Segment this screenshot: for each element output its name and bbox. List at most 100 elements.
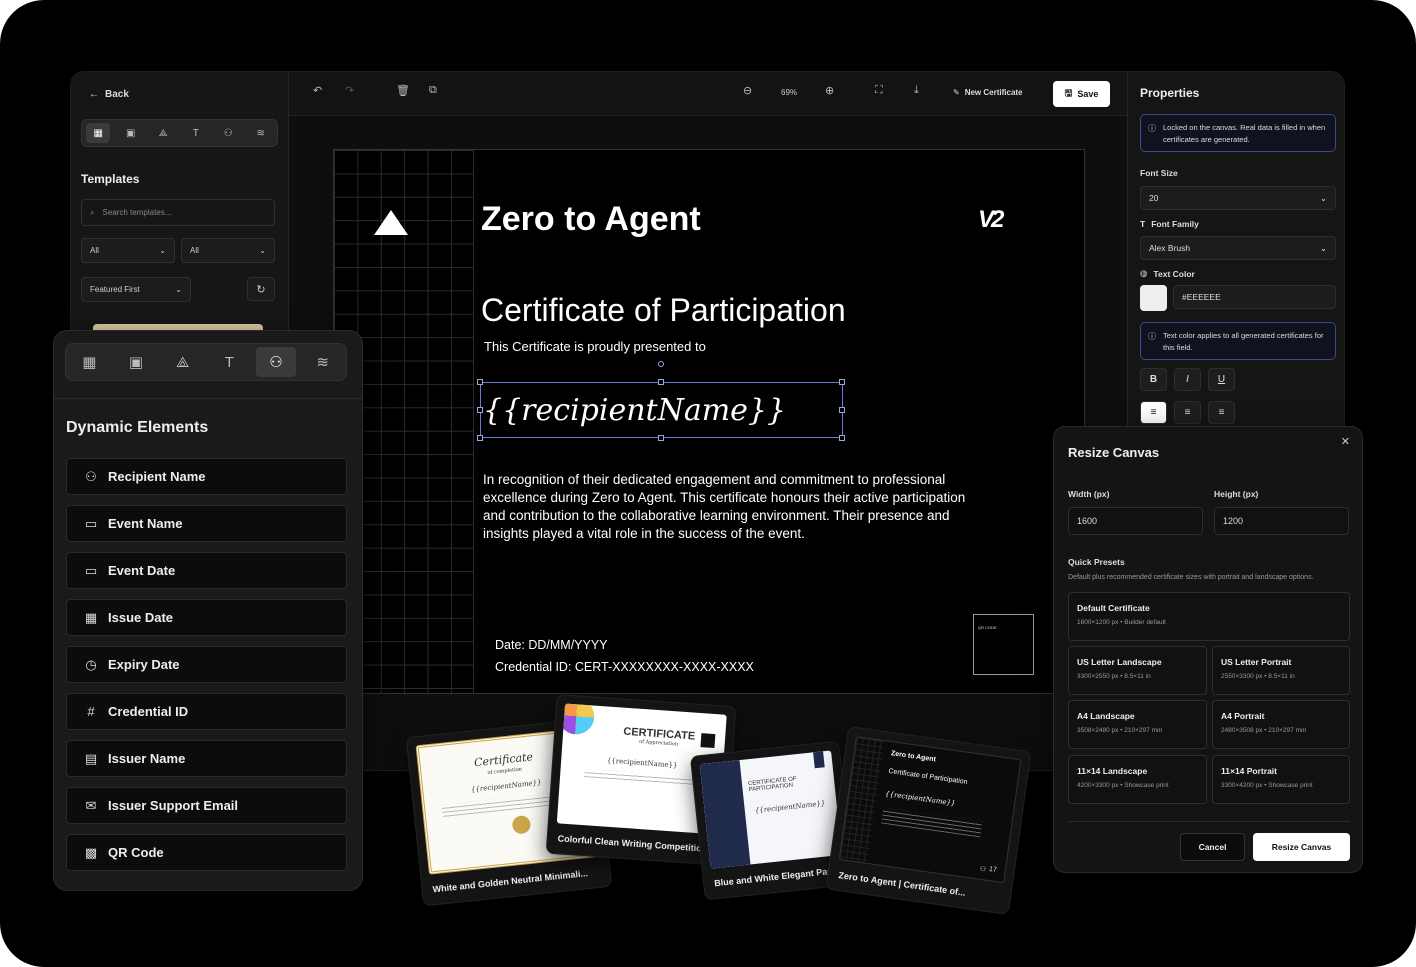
preset-us-letter-landscape[interactable]: US Letter Landscape 3300×2550 px • 8.5×11…: [1068, 646, 1207, 695]
dynamic-item-label: Issue Date: [108, 610, 174, 625]
height-label: Height (px): [1214, 489, 1259, 499]
type-filter-select[interactable]: All ⌄: [181, 238, 275, 263]
dynamic-user-icon[interactable]: ⚇: [216, 123, 240, 143]
resize-handle[interactable]: [658, 379, 664, 385]
fit-screen-icon[interactable]: ⛶: [875, 84, 883, 97]
layers-icon[interactable]: ≋: [249, 123, 273, 143]
triangle-logo-icon[interactable]: [374, 210, 408, 235]
chevron-down-icon: ⌄: [1319, 242, 1327, 253]
text-color-input[interactable]: #EEEEEE: [1173, 285, 1336, 309]
dynamic-item-issuer-support-email[interactable]: ✉ Issuer Support Email: [66, 787, 347, 824]
dynamic-item-recipient-name[interactable]: ⚇ Recipient Name: [66, 458, 347, 495]
align-left-icon[interactable]: ≡: [1140, 401, 1167, 424]
preset-us-letter-portrait[interactable]: US Letter Portrait 2550×3300 px • 8.5×11 …: [1212, 646, 1350, 695]
preset-name: A4 Landscape: [1077, 711, 1135, 721]
close-icon[interactable]: ✕: [1341, 435, 1350, 448]
zoom-out-icon[interactable]: ⊖: [743, 84, 752, 97]
layers-icon[interactable]: ≋: [303, 347, 343, 377]
chevron-down-icon: ⌄: [259, 246, 266, 255]
preset-a4-portrait[interactable]: A4 Portrait 2480×3508 px • 210×297 mm: [1212, 700, 1350, 749]
undo-icon[interactable]: ↶: [313, 84, 322, 97]
certificate-subtitle[interactable]: Certificate of Participation: [481, 292, 846, 329]
resize-handle[interactable]: [658, 435, 664, 441]
trash-icon[interactable]: 🗑: [396, 84, 410, 97]
resize-handle[interactable]: [477, 407, 483, 413]
preset-default-certificate[interactable]: Default Certificate 1600×1200 px • Builde…: [1068, 592, 1350, 641]
resize-handle[interactable]: [839, 435, 845, 441]
preset-11x14-landscape[interactable]: 11×14 Landscape 4200×3300 px • Showcase p…: [1068, 755, 1207, 804]
chevron-down-icon[interactable]: ⌄: [1320, 193, 1327, 204]
text-icon[interactable]: T: [209, 347, 249, 377]
dynamic-item-issue-date[interactable]: ▦ Issue Date: [66, 599, 347, 636]
refresh-icon[interactable]: ↻: [247, 277, 275, 301]
bold-button[interactable]: B: [1140, 368, 1167, 391]
dynamic-item-issuer-name[interactable]: ▤ Issuer Name: [66, 740, 347, 777]
width-label: Width (px): [1068, 489, 1110, 499]
recipient-name-field[interactable]: {{recipientName}}: [480, 382, 843, 438]
preset-name: 11×14 Portrait: [1221, 766, 1277, 776]
align-right-icon[interactable]: ≡: [1208, 401, 1235, 424]
underline-button[interactable]: U: [1208, 368, 1235, 391]
presented-text[interactable]: This Certificate is proudly presented to: [484, 339, 706, 354]
credential-id-text[interactable]: Credential ID: CERT-XXXXXXXX-XXXX-XXXX: [495, 660, 754, 674]
certificate-date[interactable]: Date: DD/MM/YYYY: [495, 638, 608, 652]
certificate-canvas[interactable]: V2 Zero to Agent Certificate of Particip…: [333, 149, 1085, 694]
resize-handle[interactable]: [839, 407, 845, 413]
brand-logo[interactable]: V2: [978, 206, 1004, 234]
cancel-button[interactable]: Cancel: [1180, 833, 1245, 861]
rotate-handle[interactable]: [658, 361, 664, 367]
new-certificate-button[interactable]: ✎ New Certificate: [953, 88, 1023, 97]
top-toolbar: ↶ ↷ 🗑 ⧉ ⊖ 69% ⊕ ⛶ ⤓ ✎ New Certificate 🖫 Sa…: [289, 72, 1127, 116]
save-label: Save: [1077, 89, 1099, 99]
text-icon[interactable]: T: [184, 123, 208, 143]
template-search-input[interactable]: ⌕ Search templates...: [81, 199, 275, 226]
font-size-input[interactable]: 20 ⌄: [1140, 186, 1336, 210]
image-icon[interactable]: ▣: [119, 123, 143, 143]
dynamic-item-label: QR Code: [108, 845, 164, 860]
redo-icon[interactable]: ↷: [345, 84, 354, 97]
font-family-select[interactable]: Alex Brush ⌄: [1140, 236, 1336, 260]
certificate-title[interactable]: Zero to Agent: [481, 200, 701, 239]
save-button[interactable]: 🖫 Save: [1053, 81, 1110, 107]
preset-a4-landscape[interactable]: A4 Landscape 3508×2480 px • 210×297 mm: [1068, 700, 1207, 749]
sort-select[interactable]: Featured First ⌄: [81, 277, 191, 302]
height-input[interactable]: 1200: [1214, 507, 1349, 535]
preset-desc: 3508×2480 px • 210×297 mm: [1077, 727, 1163, 734]
layout-icon[interactable]: ▦: [86, 123, 111, 143]
preset-11x14-portrait[interactable]: 11×14 Portrait 3300×4200 px • Showcase pr…: [1212, 755, 1350, 804]
chevron-down-icon: ⌄: [175, 285, 182, 294]
color-swatch[interactable]: [1140, 285, 1167, 311]
preset-desc: 3300×2550 px • 8.5×11 in: [1077, 673, 1151, 680]
shapes-icon[interactable]: ⟁: [151, 123, 175, 143]
duplicate-icon[interactable]: ⧉: [429, 84, 437, 97]
quick-presets-description: Default plus recommended certificate siz…: [1068, 574, 1314, 581]
back-button[interactable]: ← Back: [89, 89, 129, 100]
font-family-label: T Font Family: [1140, 219, 1199, 229]
width-input[interactable]: 1600: [1068, 507, 1203, 535]
download-icon[interactable]: ⤓: [914, 84, 919, 97]
locked-notice: ⓘ Locked on the canvas. Real data is fill…: [1140, 114, 1336, 152]
resize-handle[interactable]: [839, 379, 845, 385]
dynamic-item-expiry-date[interactable]: ◷ Expiry Date: [66, 646, 347, 683]
resize-canvas-button[interactable]: Resize Canvas: [1253, 833, 1350, 861]
font-family-label-text: Font Family: [1151, 219, 1199, 229]
dynamic-item-qr-code[interactable]: ▩ QR Code: [66, 834, 347, 871]
image-icon[interactable]: ▣: [116, 347, 156, 377]
shapes-icon[interactable]: ⟁: [163, 347, 203, 377]
qr-code-placeholder[interactable]: QR CODE: [973, 614, 1034, 675]
dynamic-user-icon[interactable]: ⚇: [255, 347, 296, 377]
category-filter-select[interactable]: All ⌄: [81, 238, 175, 263]
dynamic-item-event-name[interactable]: ▭ Event Name: [66, 505, 347, 542]
certificate-body[interactable]: In recognition of their dedicated engage…: [483, 471, 973, 543]
layout-icon[interactable]: ▦: [69, 347, 109, 377]
resize-handle[interactable]: [477, 379, 483, 385]
align-center-icon[interactable]: ≡: [1174, 401, 1201, 424]
italic-button[interactable]: I: [1174, 368, 1201, 391]
template-card[interactable]: Zero to Agent Certificate of Participati…: [825, 725, 1032, 916]
dynamic-item-credential-id[interactable]: # Credential ID: [66, 693, 347, 730]
mini-body-lines: [584, 769, 699, 787]
search-placeholder: Search templates...: [102, 208, 172, 217]
dynamic-item-event-date[interactable]: ▭ Event Date: [66, 552, 347, 589]
resize-handle[interactable]: [477, 435, 483, 441]
zoom-in-icon[interactable]: ⊕: [825, 84, 834, 97]
